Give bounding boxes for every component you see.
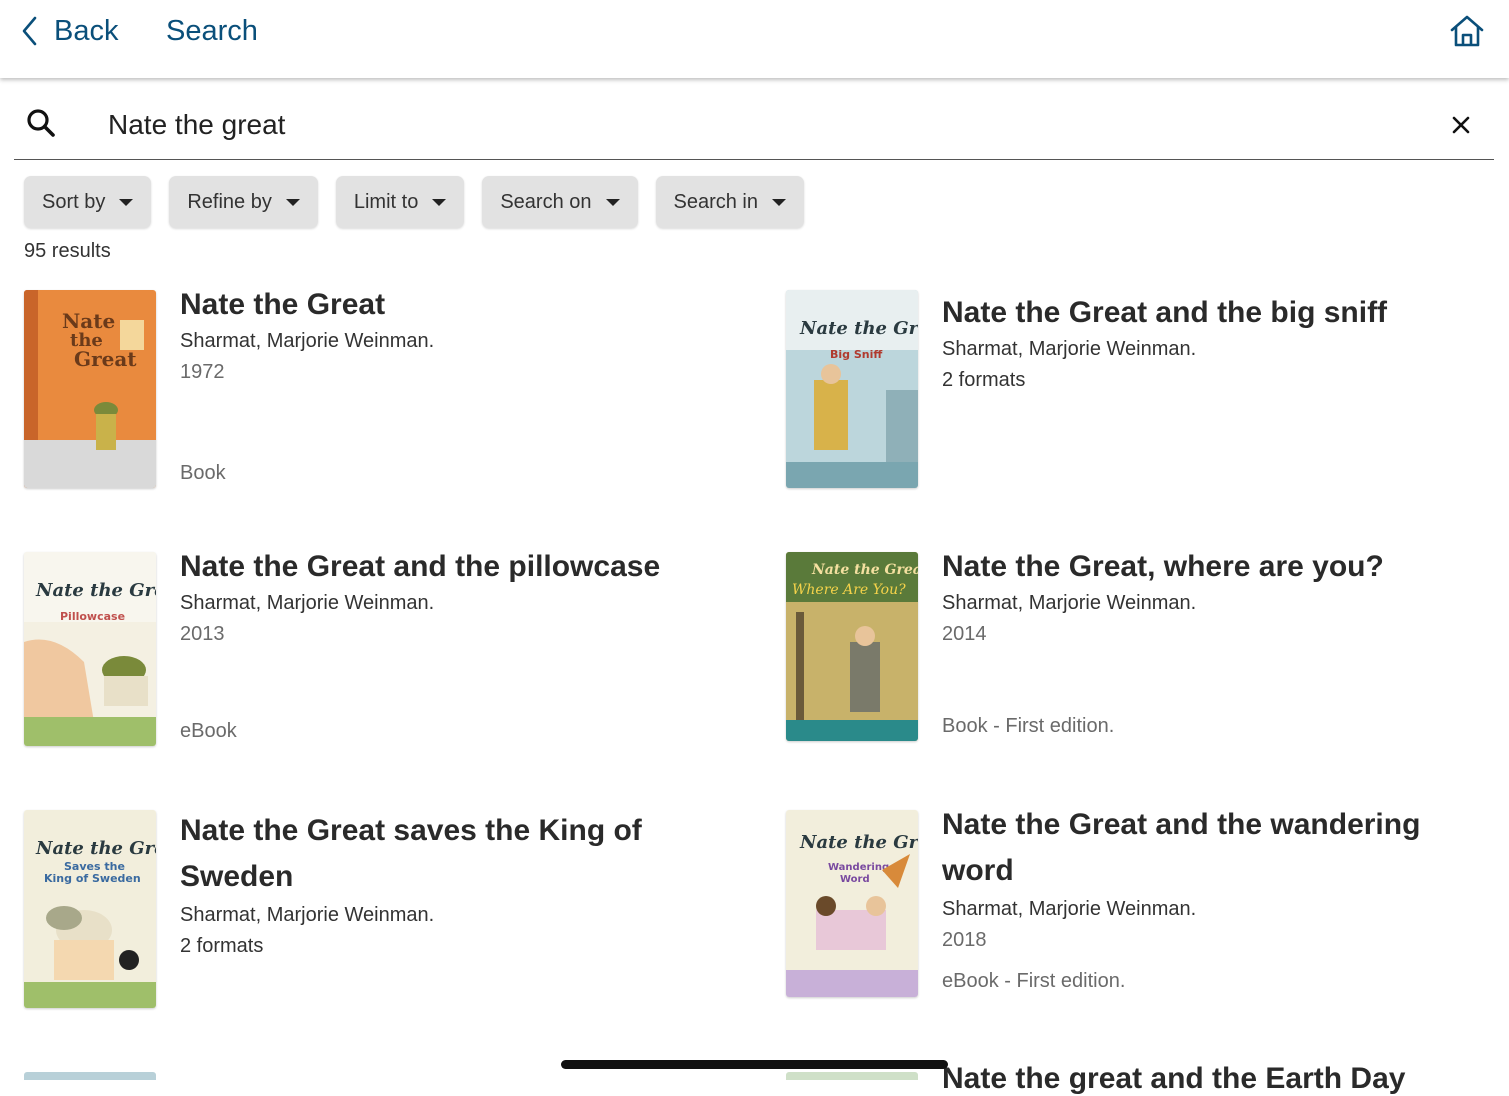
book-cover: Nate the Great bbox=[24, 290, 156, 488]
results-count: 95 results bbox=[24, 240, 111, 262]
svg-text:Nate the Great: Nate the Great bbox=[799, 318, 918, 339]
book-cover: Nate the Great Where Are You? bbox=[786, 552, 918, 741]
result-info: Nate the Great and the pillowcase Sharma… bbox=[180, 550, 700, 650]
search-icon bbox=[27, 109, 55, 137]
book-cover: Nate the Great Saves the King of Sweden bbox=[24, 810, 156, 1008]
svg-text:Nate the Great: Nate the Great bbox=[811, 562, 918, 578]
chevron-left-icon bbox=[22, 16, 37, 46]
top-nav-bar: Back Search bbox=[0, 0, 1509, 78]
home-icon bbox=[1450, 15, 1484, 47]
book-author: Sharmat, Marjorie Weinman. bbox=[180, 592, 435, 614]
clear-search-icon[interactable] bbox=[1450, 114, 1472, 136]
book-title[interactable]: Nate the Great and the big sniff bbox=[942, 290, 1462, 336]
book-title[interactable]: Nate the Great and the wandering word bbox=[942, 802, 1462, 894]
result-item[interactable]: Nate the Great Nate the Great Sharmat, M… bbox=[24, 288, 724, 490]
svg-text:Word: Word bbox=[840, 874, 870, 885]
search-in-dropdown[interactable]: Search in bbox=[655, 176, 804, 228]
format-count[interactable]: 2 formats bbox=[180, 931, 700, 962]
sort-by-dropdown[interactable]: Sort by bbox=[24, 176, 152, 228]
home-indicator bbox=[561, 1060, 948, 1069]
home-button[interactable] bbox=[1447, 12, 1487, 55]
book-year: 2013 bbox=[180, 623, 225, 645]
svg-text:Great: Great bbox=[74, 347, 137, 371]
back-label: Back bbox=[54, 15, 119, 47]
result-item[interactable]: Nate the Great Where Are You? Nate the G… bbox=[786, 550, 1486, 752]
back-button[interactable]: Back bbox=[20, 12, 118, 50]
caret-down-icon bbox=[119, 198, 134, 206]
book-title[interactable]: Nate the Great, where are you? bbox=[942, 544, 1462, 590]
search-bar bbox=[14, 92, 1494, 160]
book-author: Sharmat, Marjorie Weinman. bbox=[180, 904, 435, 926]
result-info: Nate the Great Sharmat, Marjorie Weinman… bbox=[180, 288, 700, 388]
book-cover bbox=[786, 1072, 918, 1080]
book-title[interactable]: Nate the Great and the pillowcase bbox=[180, 544, 700, 590]
svg-text:Pillowcase: Pillowcase bbox=[60, 610, 125, 623]
refine-by-dropdown[interactable]: Refine by bbox=[169, 176, 318, 228]
filter-bar: Sort by Refine by Limit to Search on Sea… bbox=[24, 176, 804, 228]
book-author: Sharmat, Marjorie Weinman. bbox=[942, 898, 1197, 920]
book-year: 1972 bbox=[180, 361, 225, 383]
svg-text:Nate the Great: Nate the Great bbox=[35, 838, 156, 859]
svg-text:Where Are You?: Where Are You? bbox=[792, 582, 906, 598]
book-format: Book bbox=[180, 462, 226, 484]
book-title[interactable]: Nate the Great bbox=[180, 282, 700, 328]
search-input[interactable] bbox=[108, 104, 1408, 146]
svg-text:Nate the Great: Nate the Great bbox=[799, 832, 918, 853]
search-on-dropdown[interactable]: Search on bbox=[482, 176, 638, 228]
result-item[interactable]: Nate the Great Saves the King of Sweden … bbox=[24, 810, 724, 1010]
page-title: Search bbox=[166, 15, 258, 47]
caret-down-icon bbox=[432, 198, 447, 206]
svg-text:Wandering: Wandering bbox=[828, 862, 889, 873]
book-cover: Nate the Great Big Sniff bbox=[786, 290, 918, 488]
limit-to-dropdown[interactable]: Limit to bbox=[335, 176, 465, 228]
caret-down-icon bbox=[772, 198, 786, 206]
result-item[interactable]: Nate the Great Pillowcase Nate the Great… bbox=[24, 550, 724, 752]
result-item[interactable]: Nate the Great Big Sniff Nate the Great … bbox=[786, 290, 1486, 490]
book-author: Sharmat, Marjorie Weinman. bbox=[180, 330, 435, 352]
book-title[interactable]: Nate the Great saves the King of Sweden bbox=[180, 808, 700, 900]
result-info: Nate the Great, where are you? Sharmat, … bbox=[942, 550, 1462, 650]
book-format: Book - First edition. bbox=[942, 715, 1115, 737]
book-year: 2014 bbox=[942, 623, 987, 645]
result-info: Nate the Great and the wandering word Sh… bbox=[942, 808, 1462, 956]
book-format: eBook - First edition. bbox=[942, 970, 1126, 992]
book-author: Sharmat, Marjorie Weinman. bbox=[942, 592, 1197, 614]
caret-down-icon bbox=[285, 198, 300, 206]
book-cover: Nate the Great Pillowcase bbox=[24, 552, 156, 746]
book-format: eBook bbox=[180, 720, 237, 742]
book-title[interactable]: Nate the great and the Earth Day bbox=[942, 1062, 1405, 1096]
result-item[interactable]: Nate the Great Wandering Word Nate the G… bbox=[786, 808, 1486, 1010]
svg-text:Nate the Great: Nate the Great bbox=[35, 580, 156, 601]
svg-text:Big Sniff: Big Sniff bbox=[830, 348, 882, 361]
book-cover: Nate the Great Wandering Word bbox=[786, 810, 918, 997]
result-info: Nate the Great and the big sniff Sharmat… bbox=[942, 290, 1462, 396]
result-info: Nate the Great saves the King of Sweden … bbox=[180, 810, 700, 962]
caret-down-icon bbox=[605, 198, 620, 206]
book-year: 2018 bbox=[942, 929, 987, 951]
book-author: Sharmat, Marjorie Weinman. bbox=[942, 338, 1197, 360]
book-cover bbox=[24, 1072, 156, 1080]
svg-text:King of Sweden: King of Sweden bbox=[44, 872, 141, 885]
format-count[interactable]: 2 formats bbox=[942, 365, 1462, 396]
